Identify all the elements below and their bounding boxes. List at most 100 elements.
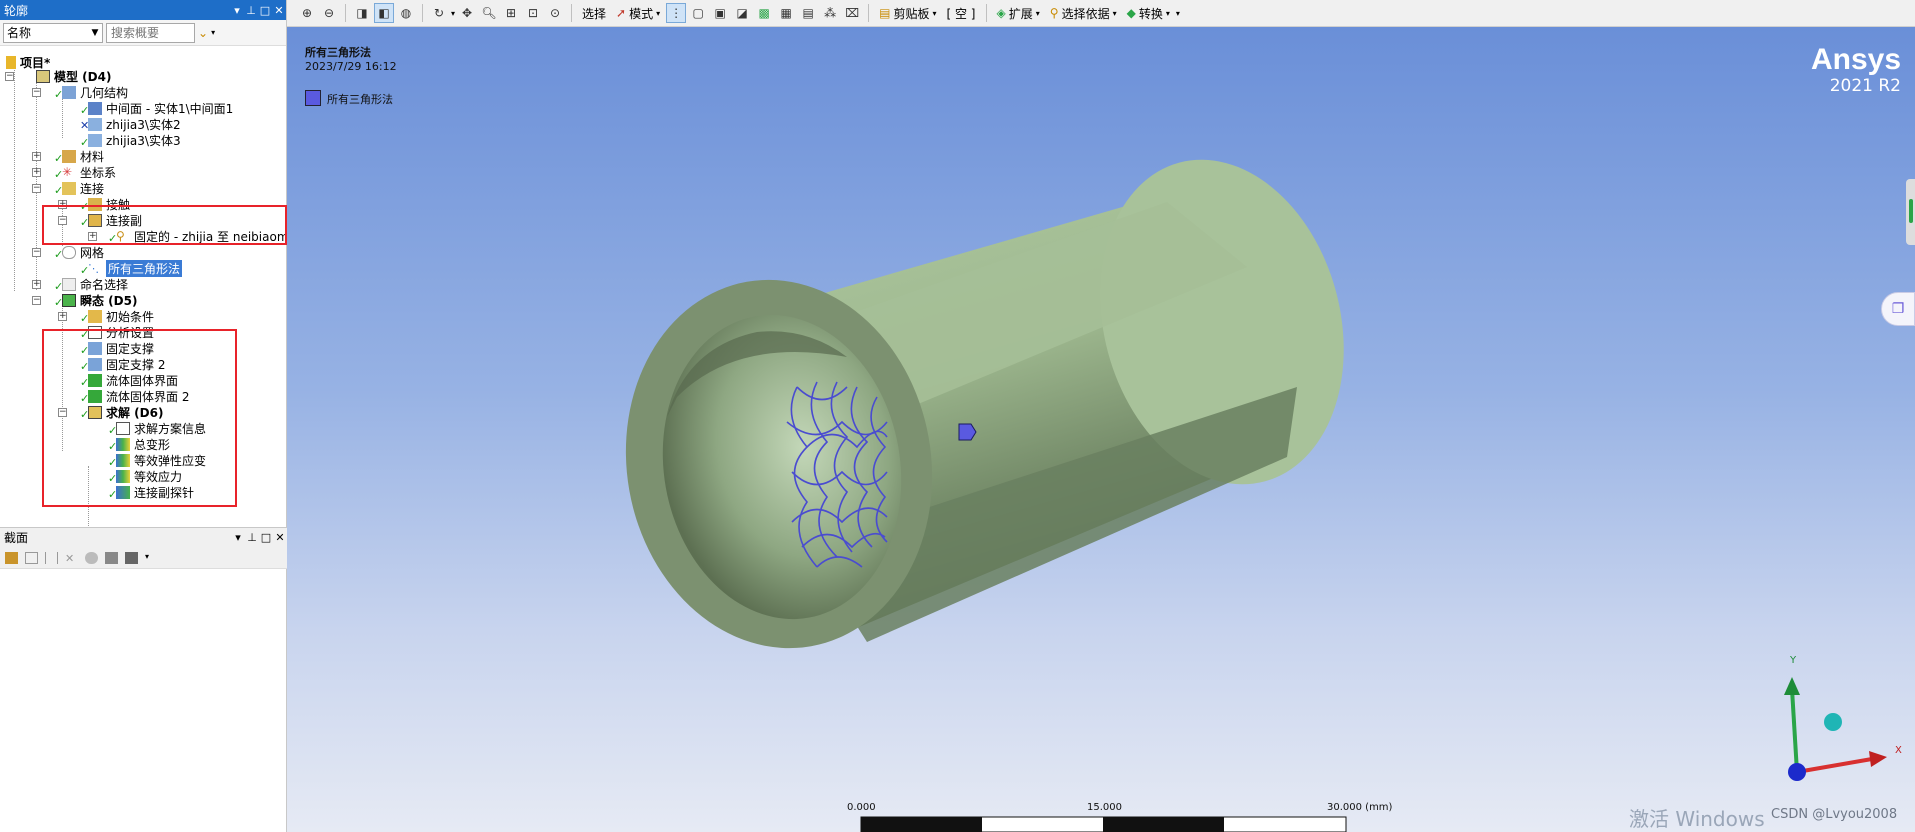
tree-item-named-selections[interactable]: ✓ 命名选择: [54, 276, 128, 293]
surface-body-icon: [88, 101, 102, 115]
tree-item-materials[interactable]: ✓ 材料: [54, 148, 104, 165]
collapse-toggle[interactable]: −: [32, 248, 41, 257]
cursor-icon: ➚: [616, 6, 627, 20]
search-input[interactable]: [106, 22, 195, 43]
new-section-icon[interactable]: [5, 551, 18, 564]
tube-model[interactable]: [287, 27, 1915, 832]
cap-icon[interactable]: [105, 551, 118, 564]
collapse-toggle[interactable]: −: [32, 296, 41, 305]
expand-toggle[interactable]: +: [58, 312, 67, 321]
section-toolbar: ✕ ▾: [0, 547, 287, 569]
magnifier-icon[interactable]: ⊙: [545, 3, 565, 23]
tree-item-initial-conditions[interactable]: ✓ 初始条件: [80, 308, 154, 325]
extend-icon[interactable]: ⌧: [842, 3, 862, 23]
close-icon[interactable]: ✕: [273, 531, 287, 544]
tree-item-all-triangles[interactable]: ✓ ⋱ 所有三角形法: [80, 259, 183, 277]
section-edit-icon[interactable]: [45, 551, 58, 564]
select-element-icon[interactable]: ▦: [776, 3, 796, 23]
zoom-icon[interactable]: 🔍︎: [479, 3, 499, 23]
expand-toggle[interactable]: +: [32, 280, 41, 289]
mesh-method-icon: ⋱: [88, 261, 99, 275]
more-dropdown-icon[interactable]: ▾: [145, 552, 158, 564]
chevron-down-icon[interactable]: ▾: [451, 9, 455, 18]
geometry-icon: [62, 85, 76, 99]
tree-item-coordinate-systems[interactable]: ✓ ✳ 坐标系: [54, 164, 116, 182]
tree-item-mesh[interactable]: ✓ 网格: [54, 244, 104, 261]
select-body-icon[interactable]: ◪: [732, 3, 752, 23]
convert-icon: ◆: [1126, 6, 1136, 20]
tree-item-midsurface[interactable]: ✓ 中间面 - 实体1\中间面1: [80, 100, 233, 117]
solid-body-icon: [88, 133, 102, 147]
section-header: 截面 ▾ ⊥ □ ✕: [0, 527, 287, 547]
zoom-fit-icon[interactable]: ⊡: [523, 3, 543, 23]
tree-item-model[interactable]: 模型 (D4): [36, 68, 111, 84]
section-plane-icon[interactable]: [25, 551, 38, 564]
tree-item-body2[interactable]: ✕ zhijia3\实体2: [80, 116, 181, 132]
rotate-icon[interactable]: ↻: [429, 3, 449, 23]
iso-view-icon[interactable]: ◨: [352, 3, 372, 23]
scale-bar: [860, 816, 1347, 832]
location-pin-icon: ⚲: [1049, 6, 1059, 20]
named-selection-icon: [62, 277, 76, 291]
more-dropdown-icon[interactable]: ▾: [211, 28, 215, 37]
scale-label-1: 15.000: [1087, 802, 1122, 813]
show-whole-icon[interactable]: [85, 551, 98, 564]
select-face-icon[interactable]: ▣: [710, 3, 730, 23]
side-scroll-tab[interactable]: [1906, 179, 1915, 245]
chevron-down-icon: ▾: [656, 8, 661, 18]
mesh-icon: [62, 245, 76, 259]
chevron-down-icon: ▾: [1035, 8, 1040, 18]
close-icon[interactable]: ✕: [272, 4, 286, 17]
axis-x-label: X: [1895, 745, 1902, 756]
maximize-icon[interactable]: □: [258, 4, 272, 17]
dropdown-icon[interactable]: ▾: [230, 4, 244, 17]
highlight-box: [42, 205, 287, 245]
expand-toggle[interactable]: +: [32, 168, 41, 177]
filter-select[interactable]: 名称 ▼: [3, 22, 103, 43]
expand-chevron-icon[interactable]: ⌄: [198, 26, 208, 40]
graphics-viewport[interactable]: 所有三角形法 2023/7/29 16:12 所有三角形法 Ansys 2021…: [287, 27, 1915, 832]
iso-ball[interactable]: [1824, 713, 1842, 731]
collapse-toggle[interactable]: −: [32, 184, 41, 193]
materials-icon: [62, 149, 76, 163]
pan-icon[interactable]: ✥: [457, 3, 477, 23]
select-edge-icon[interactable]: ▢: [688, 3, 708, 23]
select-mesh-icon[interactable]: ⁂: [820, 3, 840, 23]
expand-toggle[interactable]: +: [32, 152, 41, 161]
dropdown-icon[interactable]: ▾: [231, 531, 245, 544]
select-label[interactable]: 选择: [578, 3, 610, 23]
box-zoom-icon[interactable]: ⊞: [501, 3, 521, 23]
axis-triad[interactable]: [1784, 677, 1887, 781]
zoom-out-icon[interactable]: ⊖: [319, 3, 339, 23]
x-axis-arrow: [1869, 751, 1887, 767]
outline-filter-row: 名称 ▼ ⌄ ▾: [0, 20, 286, 46]
mode-button[interactable]: ➚ 模式 ▾: [612, 3, 664, 23]
initial-conditions-icon: [88, 309, 102, 323]
select-node-icon[interactable]: ▩: [754, 3, 774, 23]
clipboard-button[interactable]: ▤ 剪贴板 ▾: [875, 3, 940, 23]
zoom-in-icon[interactable]: ⊕: [297, 3, 317, 23]
pin-icon[interactable]: ⊥: [245, 531, 259, 544]
select-by-button[interactable]: ⚲ 选择依据 ▾: [1046, 3, 1121, 23]
select-element-face-icon[interactable]: ▤: [798, 3, 818, 23]
tree-item-connections[interactable]: ✓ 连接: [54, 180, 104, 197]
tree-item-body3[interactable]: ✓ zhijia3\实体3: [80, 132, 181, 149]
delete-icon[interactable]: ✕: [65, 552, 78, 565]
side-assistant-icon[interactable]: ❐: [1881, 292, 1915, 326]
convert-button[interactable]: ◆ 转换 ▾: [1123, 3, 1174, 23]
clipboard-label: 剪贴板: [893, 6, 930, 21]
wireframe-icon[interactable]: ◧: [374, 3, 394, 23]
collapse-toggle[interactable]: −: [5, 72, 14, 81]
transient-analysis-icon: [62, 293, 76, 307]
collapse-toggle[interactable]: −: [32, 88, 41, 97]
extend-button[interactable]: ◈ 扩展 ▾: [993, 3, 1044, 23]
tree-item-transient[interactable]: ✓ 瞬态 (D5): [54, 292, 137, 309]
toolbar-overflow-icon[interactable]: ▾: [1176, 9, 1180, 18]
tree-item-geometry[interactable]: ✓ 几何结构: [54, 84, 128, 101]
axis-y-label: Y: [1790, 655, 1797, 666]
display-icon[interactable]: ◍: [396, 3, 416, 23]
pin-icon[interactable]: ⊥: [244, 4, 258, 17]
section-view-icon[interactable]: [125, 551, 138, 564]
maximize-icon[interactable]: □: [259, 531, 273, 544]
select-vertex-icon[interactable]: ⋮: [666, 3, 687, 23]
